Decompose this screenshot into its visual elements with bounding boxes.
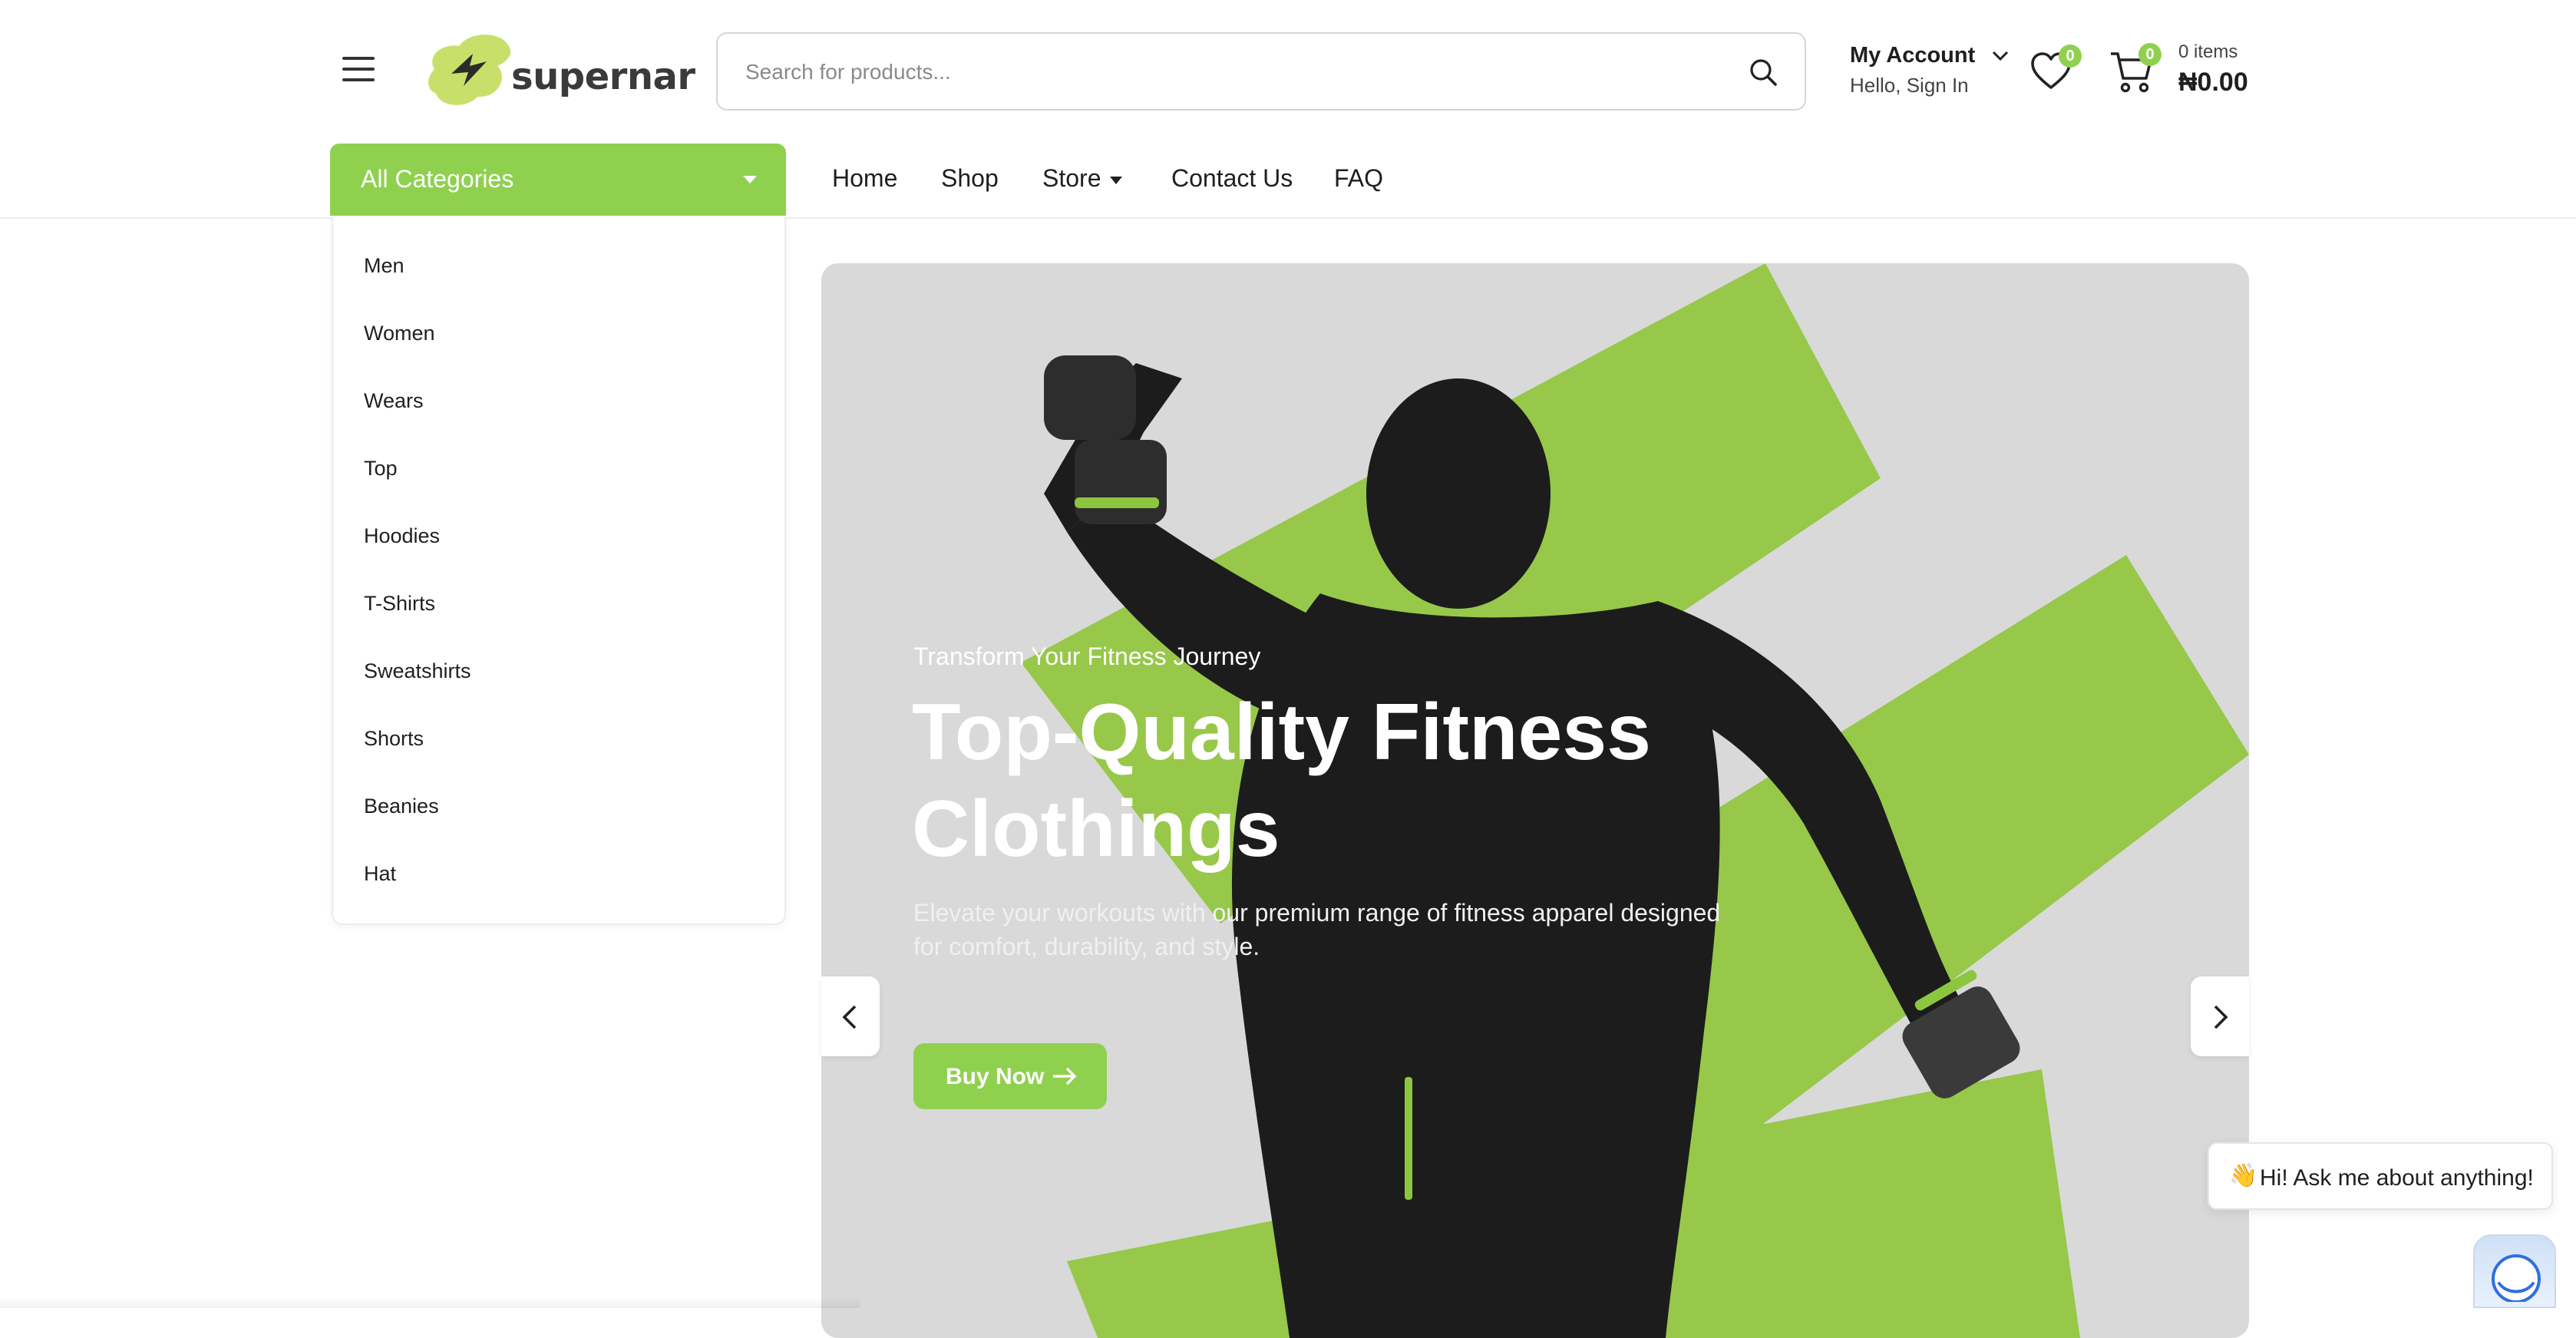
all-categories-dropdown[interactable]: All Categories: [330, 144, 786, 216]
slider-prev-button[interactable]: [821, 976, 880, 1056]
cart-button[interactable]: 0: [2109, 43, 2163, 97]
hero-title: Top-Quality Fitness Clothings: [912, 688, 1652, 874]
category-item-men[interactable]: Men: [364, 254, 405, 278]
wishlist-count-badge: 0: [2059, 45, 2082, 68]
waving-hand-icon: 👋: [2229, 1162, 2258, 1189]
all-categories-label: All Categories: [361, 165, 514, 193]
chat-greeting-text: Hi! Ask me about anything!: [2260, 1165, 2534, 1191]
caret-down-icon: [743, 176, 757, 183]
buy-now-label: Buy Now: [946, 1064, 1045, 1089]
search-icon[interactable]: [1748, 57, 1778, 88]
cart-count-badge: 0: [2138, 43, 2162, 66]
caret-down-icon: [1110, 176, 1123, 184]
category-item-beanies[interactable]: Beanies: [364, 795, 439, 818]
logo-text: supernar: [511, 55, 695, 98]
hero-description: Elevate your workouts with our premium r…: [913, 899, 1721, 960]
logo-bolt-icon: [428, 35, 511, 105]
my-account-menu[interactable]: My Account Hello, Sign In: [1850, 40, 2011, 101]
category-item-wears[interactable]: Wears: [364, 389, 424, 413]
account-title: My Account: [1850, 43, 1976, 68]
chevron-left-icon: [842, 1005, 857, 1029]
category-item-hat[interactable]: Hat: [364, 862, 396, 886]
chat-greeting-bubble[interactable]: 👋 Hi! Ask me about anything!: [2208, 1142, 2553, 1210]
nav-link-contact[interactable]: Contact Us: [1171, 164, 1293, 198]
nav-link-store-label: Store: [1042, 164, 1101, 192]
category-item-t-shirts[interactable]: T-Shirts: [364, 592, 435, 616]
arrow-right-icon: [1053, 1067, 1077, 1085]
search-input[interactable]: [744, 55, 1696, 89]
site-header: supernar My Account Hello, Sign In 0 0 0…: [0, 0, 2576, 216]
chat-launcher-button[interactable]: [2473, 1234, 2556, 1308]
category-item-hoodies[interactable]: Hoodies: [364, 524, 440, 548]
chevron-right-icon: [2214, 1005, 2228, 1029]
chevron-down-icon: [1992, 51, 2009, 61]
hero-slider: Transform Your Fitness Journey Top-Quali…: [821, 263, 2249, 1338]
category-item-women[interactable]: Women: [364, 322, 435, 345]
nav-link-home[interactable]: Home: [832, 164, 897, 198]
nav-link-store[interactable]: Store: [1042, 164, 1123, 198]
hero-kicker: Transform Your Fitness Journey: [913, 643, 1261, 670]
wishlist-button[interactable]: 0: [2029, 45, 2083, 94]
buy-now-button[interactable]: Buy Now: [913, 1043, 1107, 1109]
category-item-top[interactable]: Top: [364, 457, 398, 481]
category-item-shorts[interactable]: Shorts: [364, 727, 424, 751]
nav-link-faq[interactable]: FAQ: [1334, 164, 1383, 198]
cart-total: ₦0.00: [2178, 68, 2248, 97]
account-subtitle: Hello, Sign In: [1850, 74, 1969, 97]
chat-icon: [2492, 1254, 2541, 1302]
category-item-sweatshirts[interactable]: Sweatshirts: [364, 659, 471, 683]
cart-summary[interactable]: 0 items ₦0.00: [2178, 40, 2294, 101]
search-bar: [716, 32, 1806, 111]
slider-next-button[interactable]: [2191, 976, 2249, 1056]
nav-link-shop[interactable]: Shop: [941, 164, 999, 198]
site-logo[interactable]: supernar: [424, 29, 695, 109]
cart-items-label: 0 items: [2178, 41, 2238, 62]
category-list: Men Women Wears Top Hoodies T-Shirts Swe…: [332, 217, 786, 925]
page-fold-shadow: [0, 1297, 860, 1308]
hamburger-menu-icon[interactable]: [342, 55, 375, 83]
